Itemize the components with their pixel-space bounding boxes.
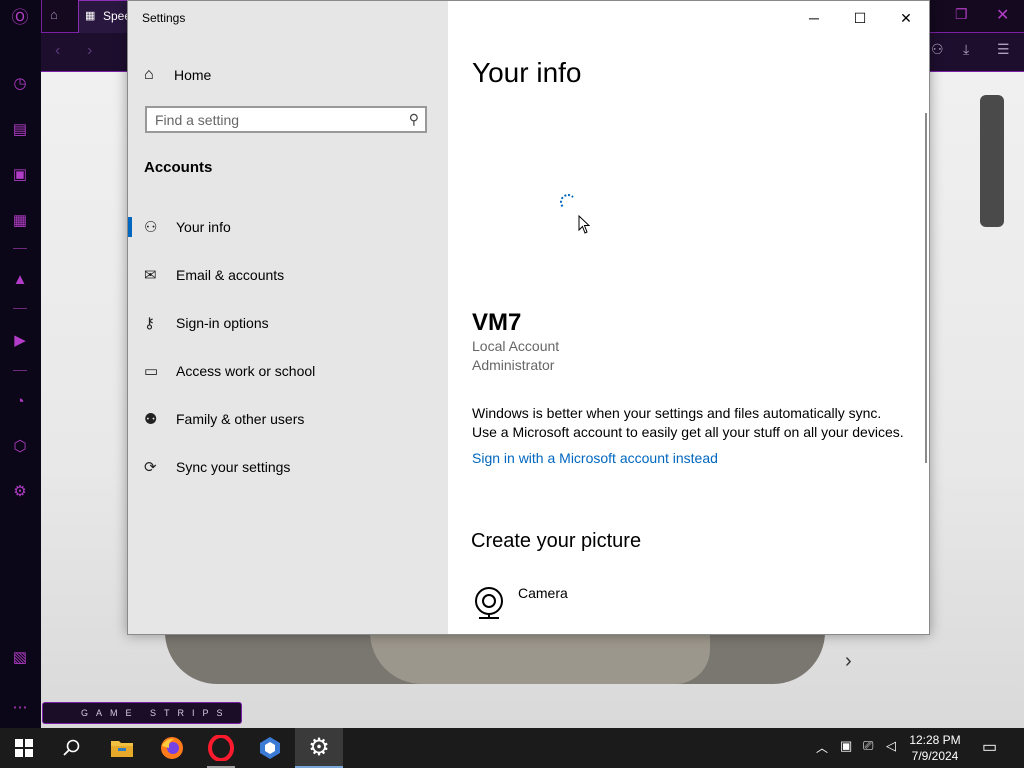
- speed-dial-icon[interactable]: ◷: [10, 74, 30, 94]
- opera-sidebar: Ⓞ ◷ ▤ ▣ ▦ ▲ ▶ ◔ ⬡ ⚙ ▧ ⋯: [0, 0, 41, 728]
- account-role: Administrator: [472, 357, 555, 373]
- start-icon[interactable]: [0, 728, 48, 768]
- scrollbar[interactable]: [925, 113, 927, 463]
- tray-chevron-icon[interactable]: ︿: [816, 739, 828, 756]
- rock-highlight: [370, 632, 710, 684]
- nav-item-your-info[interactable]: ⚇ Your info: [128, 209, 448, 245]
- section-heading: Accounts: [144, 159, 213, 176]
- forward-icon[interactable]: ›: [87, 42, 92, 60]
- nav-item-label: Family & other users: [176, 411, 305, 427]
- download-icon[interactable]: ⤓: [963, 41, 969, 58]
- person-list-icon: ⚇: [144, 219, 158, 236]
- app-icon[interactable]: [246, 728, 294, 768]
- firefox-icon[interactable]: [148, 728, 196, 768]
- nav-item-sync-settings[interactable]: ⟳ Sync your settings: [128, 449, 448, 485]
- nav-item-sign-in-options[interactable]: ⚷ Sign-in options: [128, 305, 448, 341]
- browser-close-icon[interactable]: ✕: [996, 5, 1009, 25]
- meet-now-icon[interactable]: ▣: [840, 738, 852, 754]
- volume-muted-icon[interactable]: ◁: [886, 738, 896, 754]
- clock[interactable]: 12:28 PM 7/9/2024: [902, 732, 968, 764]
- search-input[interactable]: [155, 112, 395, 128]
- nav-item-label: Your info: [176, 219, 231, 235]
- key-icon: ⚷: [144, 315, 155, 332]
- back-icon[interactable]: ‹: [55, 42, 60, 60]
- more-icon[interactable]: ⋯: [10, 698, 30, 718]
- settings-window: Settings ⌂ Home ⚲ Accounts ⚇ Your info ✉…: [127, 0, 930, 635]
- carousel-next-icon[interactable]: ›: [845, 650, 852, 673]
- nav-item-email-accounts[interactable]: ✉ Email & accounts: [128, 257, 448, 293]
- close-button[interactable]: ✕: [883, 1, 929, 35]
- briefcase-icon: ▭: [144, 363, 159, 380]
- network-icon[interactable]: ⎚: [863, 738, 873, 754]
- nav-item-access-work[interactable]: ▭ Access work or school: [128, 353, 448, 389]
- notification-icon[interactable]: ▭: [982, 737, 997, 757]
- menu-icon[interactable]: ☰: [997, 41, 1010, 58]
- search-icon: ⚲: [408, 111, 419, 127]
- gear-icon[interactable]: ⚙: [10, 482, 30, 502]
- opera-icon[interactable]: [197, 728, 245, 768]
- maximize-button[interactable]: ☐: [837, 1, 883, 35]
- nav-item-label: Sync your settings: [176, 459, 291, 475]
- aria-icon[interactable]: ▲: [10, 270, 30, 290]
- nav-item-family-users[interactable]: ⚉ Family & other users: [128, 401, 448, 437]
- clock-date: 7/9/2024: [911, 749, 959, 763]
- gamepad-icon[interactable]: ⌂: [50, 7, 58, 22]
- camera-icon[interactable]: [474, 586, 504, 620]
- nav-item-label: Access work or school: [176, 363, 316, 379]
- history-icon[interactable]: ◔: [10, 392, 30, 412]
- window-title: Settings: [142, 11, 186, 25]
- sidebar-divider: [13, 248, 27, 249]
- clock-time: 12:28 PM: [909, 733, 961, 747]
- sidebar-divider: [13, 370, 27, 371]
- content-pane: ─ ☐ ✕ Your info VM7 Local Account Admini…: [448, 1, 929, 634]
- home-label: Home: [174, 67, 212, 83]
- microsoft-signin-link[interactable]: Sign in with a Microsoft account instead: [472, 450, 718, 466]
- sync-message-line: Windows is better when your settings and…: [472, 405, 882, 421]
- grid-icon: ▦: [85, 10, 96, 22]
- search-icon[interactable]: [48, 728, 96, 768]
- cube-icon[interactable]: ⬡: [10, 437, 30, 457]
- browser-tab[interactable]: ▦ Spee: [78, 0, 131, 33]
- camera-label[interactable]: Camera: [518, 585, 568, 601]
- bag-icon[interactable]: ▤: [10, 120, 30, 140]
- player-icon[interactable]: ▶: [10, 331, 30, 351]
- taskbar: ⚙ ︿ ▣ ⎚ ◁ 12:28 PM 7/9/2024 ▭: [0, 728, 1024, 768]
- sync-icon: ⟳: [144, 459, 157, 476]
- sidebar-divider: [13, 308, 27, 309]
- create-picture-heading: Create your picture: [471, 530, 642, 552]
- nav-item-label: Email & accounts: [176, 267, 285, 283]
- file-explorer-icon[interactable]: [98, 728, 146, 768]
- opera-logo-icon[interactable]: Ⓞ: [10, 8, 30, 28]
- account-icon[interactable]: ⚇: [931, 41, 944, 58]
- selected-indicator: [128, 217, 132, 237]
- settings-icon[interactable]: ⚙: [295, 728, 343, 768]
- home-icon: ⌂: [144, 66, 154, 83]
- gallery-icon[interactable]: ▧: [10, 648, 30, 668]
- navigation-pane: Settings ⌂ Home ⚲ Accounts ⚇ Your info ✉…: [128, 1, 448, 634]
- loading-spinner-icon: [560, 194, 576, 210]
- search-box[interactable]: ⚲: [145, 106, 427, 133]
- sync-message-line: Use a Microsoft account to easily get al…: [472, 424, 904, 440]
- nav-item-label: Sign-in options: [176, 315, 269, 331]
- browser-restore-icon[interactable]: ❐: [955, 6, 968, 23]
- gadget-graphic: [980, 95, 1004, 227]
- home-link[interactable]: ⌂ Home: [144, 63, 211, 87]
- sync-message: Windows is better when your settings and…: [472, 404, 912, 442]
- cpu-icon[interactable]: ▦: [10, 211, 30, 231]
- twitch-icon[interactable]: ▣: [10, 165, 30, 185]
- minimize-button[interactable]: ─: [791, 1, 837, 35]
- account-type: Local Account: [472, 338, 560, 354]
- page-title: Your info: [472, 57, 582, 88]
- add-person-icon: ⚉: [144, 411, 158, 428]
- mouse-cursor-icon: [578, 215, 591, 234]
- account-name: VM7: [472, 309, 522, 336]
- mail-icon: ✉: [144, 267, 157, 284]
- game-strips-banner[interactable]: GAME STRIPS: [42, 702, 242, 724]
